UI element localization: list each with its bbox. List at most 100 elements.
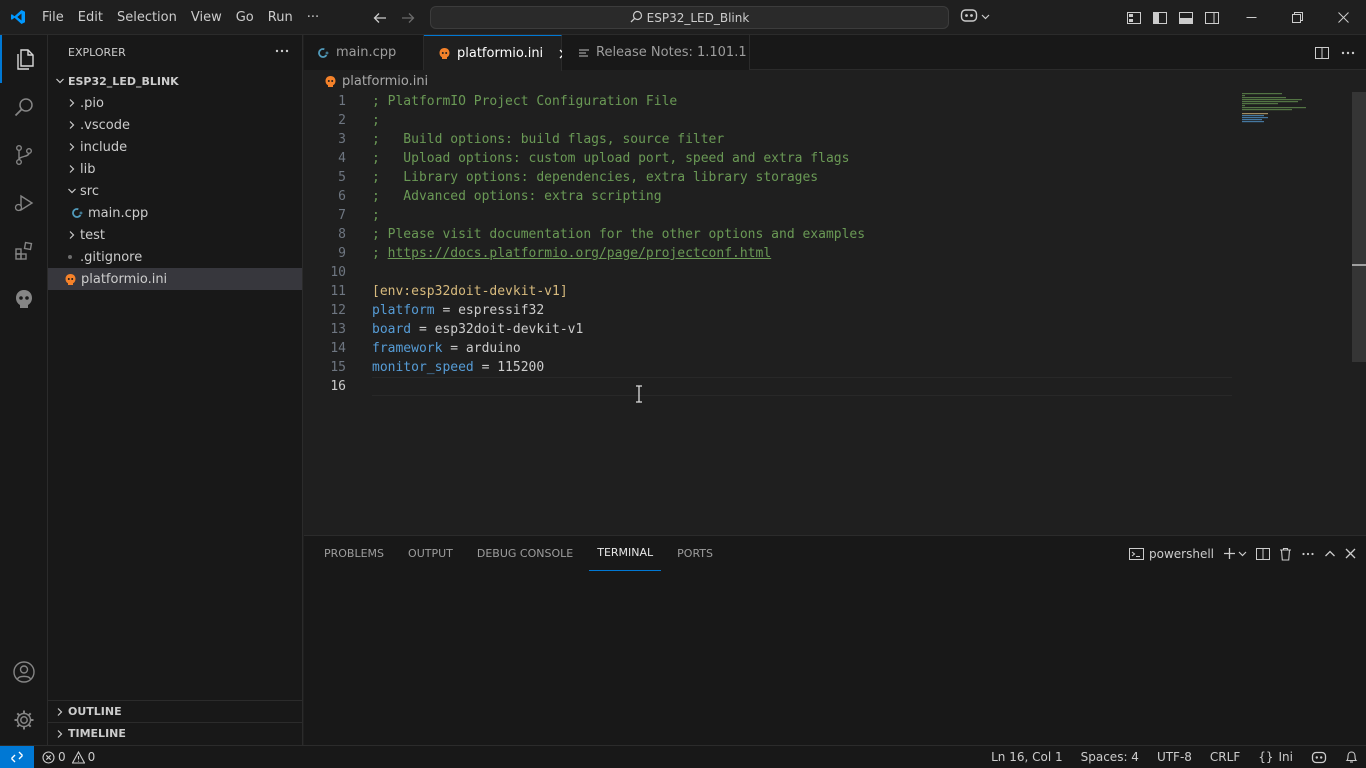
docs-link[interactable]: https://docs.platformio.org/page/project… (388, 246, 772, 261)
explorer-title: EXPLORER (68, 46, 126, 59)
title-bar: File Edit Selection View Go Run ··· ESP3… (0, 0, 1366, 35)
tree-item-label: .vscode (80, 117, 130, 133)
project-name: ESP32_LED_BLINK (68, 74, 179, 88)
menu-view[interactable]: View (184, 0, 229, 35)
problems-status[interactable]: 0 0 (34, 750, 95, 764)
indentation[interactable]: Spaces: 4 (1081, 750, 1139, 764)
command-center-text: ESP32_LED_Blink (646, 10, 750, 25)
language-mode[interactable]: {} Ini (1258, 750, 1293, 764)
chevron-right-icon (52, 707, 68, 717)
account-icon[interactable] (0, 648, 48, 696)
tab-label: platformio.ini (457, 46, 544, 61)
code-line: 3; Build options: build flags, source fi… (338, 132, 725, 147)
search-icon[interactable] (0, 83, 48, 131)
toggle-panel-icon[interactable] (1176, 8, 1196, 28)
forward-arrow-icon[interactable] (398, 8, 418, 28)
timeline-section[interactable]: TIMELINE (48, 722, 303, 744)
close-panel-icon[interactable] (1345, 548, 1356, 559)
code-line: 13 board = esp32doit-devkit-v1 (330, 322, 584, 337)
menu-file[interactable]: File (35, 0, 71, 35)
tree-item-label: lib (80, 161, 96, 177)
menu-go[interactable]: Go (229, 0, 261, 35)
editor-actions (1314, 35, 1356, 70)
panel-tab-ports[interactable]: PORTS (669, 536, 721, 571)
close-icon[interactable] (1320, 0, 1366, 35)
customize-layout-icon[interactable] (1124, 8, 1144, 28)
tab-main-cpp[interactable]: main.cpp (304, 35, 424, 70)
menu-bar: File Edit Selection View Go Run ··· (35, 0, 326, 35)
plus-icon (1223, 547, 1236, 560)
panel-tab-problems[interactable]: PROBLEMS (316, 536, 392, 571)
minimize-icon[interactable] (1228, 0, 1274, 35)
tree-item-src[interactable]: src (48, 180, 302, 202)
error-icon (42, 750, 55, 764)
trash-icon[interactable] (1279, 547, 1292, 561)
bell-icon[interactable] (1345, 750, 1358, 764)
tree-item-include[interactable]: include (48, 136, 302, 158)
chevron-right-icon (64, 117, 80, 133)
project-folder[interactable]: ESP32_LED_BLINK (48, 70, 302, 92)
gear-icon[interactable] (0, 696, 48, 744)
platformio-file-icon (64, 273, 77, 286)
tree-item-platformio-ini[interactable]: platformio.ini (48, 268, 302, 290)
copilot-menu[interactable] (960, 7, 990, 27)
menu-selection[interactable]: Selection (110, 0, 184, 35)
split-editor-icon[interactable] (1314, 45, 1330, 61)
explorer-icon[interactable] (0, 35, 48, 83)
tree-item-vscode[interactable]: .vscode (48, 114, 302, 136)
breadcrumb-file[interactable]: platformio.ini (342, 74, 428, 89)
restore-icon[interactable] (1274, 0, 1320, 35)
editor-tabs: main.cpp platformio.ini Release Notes: 1… (304, 35, 1366, 71)
more-actions-icon[interactable] (274, 43, 290, 62)
more-actions-icon[interactable] (1340, 45, 1356, 61)
bottom-panel: PROBLEMS OUTPUT DEBUG CONSOLE TERMINAL P… (304, 535, 1366, 745)
command-center-search[interactable]: ESP32_LED_Blink (430, 6, 949, 29)
code-editor[interactable]: 1; PlatformIO Project Configuration File… (304, 92, 1366, 534)
tab-release-notes[interactable]: Release Notes: 1.101.1 (562, 35, 750, 70)
maximize-panel-icon[interactable] (1324, 548, 1336, 560)
end-of-line[interactable]: CRLF (1210, 750, 1240, 764)
panel-tab-debug-console[interactable]: DEBUG CONSOLE (469, 536, 581, 571)
tree-item-label: include (80, 139, 128, 155)
copilot-status-icon[interactable] (1311, 750, 1327, 764)
tree-item-gitignore[interactable]: .gitignore (48, 246, 302, 268)
editor-scrollbar[interactable] (1352, 92, 1366, 362)
encoding[interactable]: UTF-8 (1157, 750, 1192, 764)
code-line: 5; Library options: dependencies, extra … (338, 170, 819, 185)
split-terminal-icon[interactable] (1256, 547, 1270, 561)
gitignore-file-icon (64, 254, 76, 260)
tree-item-main-cpp[interactable]: main.cpp (48, 202, 302, 224)
toggle-secondary-sidebar-icon[interactable] (1202, 8, 1222, 28)
chevron-down-icon (981, 10, 990, 25)
toggle-primary-sidebar-icon[interactable] (1150, 8, 1170, 28)
tree-item-pio[interactable]: .pio (48, 92, 302, 114)
code-line: 4; Upload options: custom upload port, s… (338, 151, 850, 166)
panel-tab-terminal[interactable]: TERMINAL (589, 536, 662, 571)
tree-item-lib[interactable]: lib (48, 158, 302, 180)
tab-platformio-ini[interactable]: platformio.ini (424, 35, 569, 71)
new-terminal-button[interactable] (1223, 547, 1247, 560)
run-debug-icon[interactable] (0, 179, 48, 227)
release-notes-icon (578, 47, 590, 59)
extensions-icon[interactable] (0, 227, 48, 275)
panel-tab-output[interactable]: OUTPUT (400, 536, 461, 571)
menu-edit[interactable]: Edit (71, 0, 110, 35)
menu-run[interactable]: Run (261, 0, 300, 35)
outline-section[interactable]: OUTLINE (48, 700, 303, 722)
minimap[interactable] (1240, 92, 1350, 132)
source-control-icon[interactable] (0, 131, 48, 179)
explorer-sidebar: EXPLORER ESP32_LED_BLINK .pio .vscode in… (48, 35, 303, 745)
code-line: 1; PlatformIO Project Configuration File (338, 94, 678, 109)
cursor-position[interactable]: Ln 16, Col 1 (991, 750, 1063, 764)
tree-item-test[interactable]: test (48, 224, 302, 246)
menu-more[interactable]: ··· (300, 0, 326, 35)
chevron-down-icon (64, 183, 80, 199)
platformio-icon[interactable] (0, 275, 48, 323)
code-line: 6; Advanced options: extra scripting (338, 189, 662, 204)
more-actions-icon[interactable] (1301, 547, 1315, 561)
back-arrow-icon[interactable] (370, 8, 390, 28)
terminal-shell-selector[interactable]: powershell (1129, 547, 1214, 561)
remote-indicator[interactable] (0, 746, 34, 768)
panel-actions: powershell (1129, 536, 1356, 571)
shell-name: powershell (1149, 546, 1214, 561)
